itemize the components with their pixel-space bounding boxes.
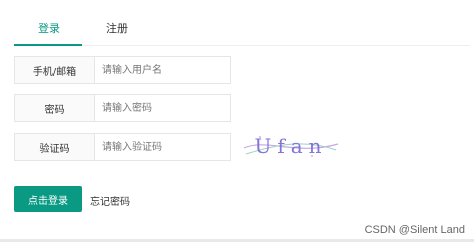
tab-login[interactable]: 登录 — [38, 22, 60, 36]
password-label: 密码 — [14, 94, 95, 122]
account-row: 手机/邮箱 — [14, 56, 231, 84]
password-input[interactable] — [102, 95, 230, 121]
login-page: 登录 注册 手机/邮箱 密码 验证码 Ufan 点击登录 忘记密码 CSDN @… — [0, 0, 474, 242]
active-tab-indicator — [14, 44, 82, 46]
captcha-input-wrapper — [95, 133, 231, 161]
password-input-wrapper — [95, 94, 231, 122]
watermark: CSDN @Silent Land — [364, 224, 465, 236]
tab-register[interactable]: 注册 — [106, 22, 128, 36]
captcha-row: 验证码 — [14, 133, 231, 161]
login-button[interactable]: 点击登录 — [14, 186, 82, 212]
captcha-text: Ufan — [254, 134, 328, 158]
account-input[interactable] — [102, 57, 230, 83]
captcha-label: 验证码 — [14, 133, 95, 161]
account-input-wrapper — [95, 56, 231, 84]
captcha-input[interactable] — [102, 134, 230, 160]
captcha-image[interactable]: Ufan — [242, 128, 340, 164]
account-label: 手机/邮箱 — [14, 56, 95, 84]
forgot-password-link[interactable]: 忘记密码 — [90, 193, 130, 208]
password-row: 密码 — [14, 94, 231, 122]
tab-divider — [14, 45, 470, 46]
